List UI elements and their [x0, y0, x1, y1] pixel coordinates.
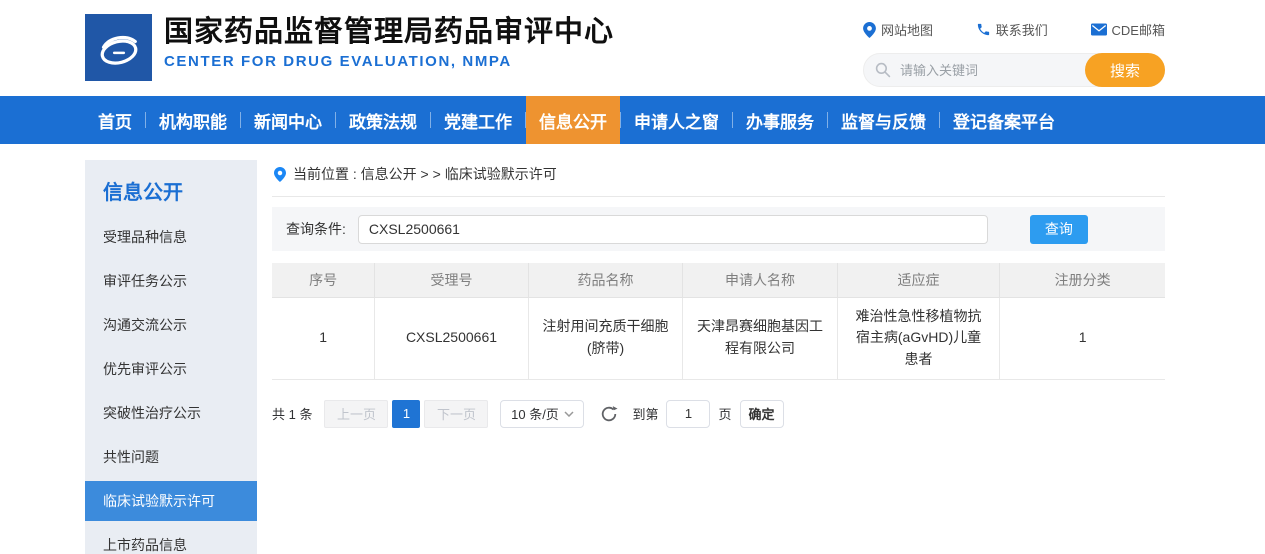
- query-input[interactable]: [358, 215, 988, 244]
- site-title: 国家药品监督管理局药品审评中心: [164, 14, 614, 50]
- nav-item-policies[interactable]: 政策法规: [336, 96, 430, 144]
- sidebar-item-review-tasks[interactable]: 审评任务公示: [85, 259, 257, 303]
- chevron-down-icon: [564, 411, 574, 417]
- cell-applicant-name: 天津昂赛细胞基因工程有限公司: [683, 297, 837, 379]
- cde-logo: [85, 14, 152, 81]
- refresh-icon[interactable]: [600, 405, 618, 423]
- col-header-acceptance-number: 受理号: [375, 263, 529, 297]
- breadcrumb: 当前位置 : 信息公开 > > 临床试验默示许可: [272, 160, 1165, 197]
- col-header-index: 序号: [272, 263, 375, 297]
- pagination-total: 共 1 条: [272, 404, 312, 423]
- site-header: 国家药品监督管理局药品审评中心 CENTER FOR DRUG EVALUATI…: [0, 0, 1265, 96]
- mail-icon: [1091, 23, 1107, 36]
- results-table: 序号 受理号 药品名称 申请人名称 适应症 注册分类 1 CXSL2500661…: [272, 263, 1165, 380]
- sidebar-title: 信息公开: [85, 160, 257, 215]
- sidebar-item-common-issues[interactable]: 共性问题: [85, 435, 257, 479]
- location-pin-icon: [863, 22, 876, 38]
- contact-us-link[interactable]: 联系我们: [976, 20, 1048, 39]
- next-page-button[interactable]: 下一页: [424, 400, 488, 428]
- nav-item-news[interactable]: 新闻中心: [241, 96, 335, 144]
- contact-us-link-label: 联系我们: [996, 20, 1048, 39]
- query-panel: 查询条件: 查询: [272, 207, 1165, 251]
- col-header-drug-name: 药品名称: [528, 263, 682, 297]
- cde-mailbox-link[interactable]: CDE邮箱: [1091, 20, 1165, 39]
- nav-item-information-disclosure[interactable]: 信息公开: [526, 96, 620, 144]
- pagination: 共 1 条 上一页 1 下一页 10 条/页 到第 页 确定: [272, 400, 1165, 428]
- table-header-row: 序号 受理号 药品名称 申请人名称 适应症 注册分类: [272, 263, 1165, 297]
- nav-item-applicant-window[interactable]: 申请人之窗: [621, 96, 732, 144]
- page-size-value: 10 条/页: [511, 404, 559, 423]
- page-size-select[interactable]: 10 条/页: [500, 400, 584, 428]
- breadcrumb-text: 当前位置 : 信息公开 > > 临床试验默示许可: [293, 164, 557, 184]
- nav-item-services[interactable]: 办事服务: [733, 96, 827, 144]
- sidebar-item-breakthrough-therapy[interactable]: 突破性治疗公示: [85, 391, 257, 435]
- nav-item-home[interactable]: 首页: [85, 96, 145, 144]
- cell-indication: 难治性急性移植物抗宿主病(aGvHD)儿童患者: [837, 297, 1000, 379]
- cde-logo-icon: [93, 22, 145, 74]
- location-pin-icon: [274, 167, 286, 182]
- sitemap-link[interactable]: 网站地图: [863, 20, 933, 39]
- site-subtitle: CENTER FOR DRUG EVALUATION, NMPA: [164, 53, 614, 70]
- goto-page-unit: 页: [718, 404, 731, 423]
- sidebar-item-accepted-varieties[interactable]: 受理品种信息: [85, 215, 257, 259]
- prev-page-button[interactable]: 上一页: [324, 400, 388, 428]
- col-header-indication: 适应症: [837, 263, 1000, 297]
- cell-index: 1: [272, 297, 375, 379]
- nav-item-functions[interactable]: 机构职能: [146, 96, 240, 144]
- sidebar-item-clinical-trial-implied-license[interactable]: 临床试验默示许可: [85, 481, 257, 521]
- goto-page-label: 到第: [632, 404, 658, 423]
- content-area: 当前位置 : 信息公开 > > 临床试验默示许可 查询条件: 查询 序号 受理号…: [272, 160, 1165, 554]
- cde-mailbox-link-label: CDE邮箱: [1112, 20, 1165, 39]
- sidebar: 信息公开 受理品种信息 审评任务公示 沟通交流公示 优先审评公示 突破性治疗公示…: [85, 160, 257, 554]
- page-1-button[interactable]: 1: [392, 400, 420, 428]
- goto-confirm-button[interactable]: 确定: [740, 400, 784, 428]
- goto-page-input[interactable]: [666, 400, 710, 428]
- cell-acceptance-number: CXSL2500661: [375, 297, 529, 379]
- phone-icon: [976, 22, 991, 37]
- sitemap-link-label: 网站地图: [881, 20, 933, 39]
- sidebar-item-communication[interactable]: 沟通交流公示: [85, 303, 257, 347]
- query-button[interactable]: 查询: [1030, 215, 1088, 244]
- col-header-registration-category: 注册分类: [1000, 263, 1165, 297]
- nav-item-supervision-feedback[interactable]: 监督与反馈: [828, 96, 939, 144]
- col-header-applicant-name: 申请人名称: [683, 263, 837, 297]
- cell-registration-category: 1: [1000, 297, 1165, 379]
- nav-item-party-building[interactable]: 党建工作: [431, 96, 525, 144]
- header-search-button[interactable]: 搜索: [1085, 53, 1165, 87]
- cell-drug-name: 注射用间充质干细胞(脐带): [528, 297, 682, 379]
- query-label: 查询条件:: [286, 219, 346, 239]
- main-nav: 首页 机构职能 新闻中心 政策法规 党建工作 信息公开 申请人之窗 办事服务 监…: [0, 96, 1265, 144]
- nav-item-registration-platform[interactable]: 登记备案平台: [940, 96, 1068, 144]
- sidebar-item-priority-review[interactable]: 优先审评公示: [85, 347, 257, 391]
- header-quick-links: 网站地图 联系我们 CDE邮箱: [863, 20, 1165, 39]
- search-icon: [875, 62, 891, 78]
- table-row: 1 CXSL2500661 注射用间充质干细胞(脐带) 天津昂赛细胞基因工程有限…: [272, 297, 1165, 379]
- sidebar-item-marketed-drugs[interactable]: 上市药品信息: [85, 523, 257, 554]
